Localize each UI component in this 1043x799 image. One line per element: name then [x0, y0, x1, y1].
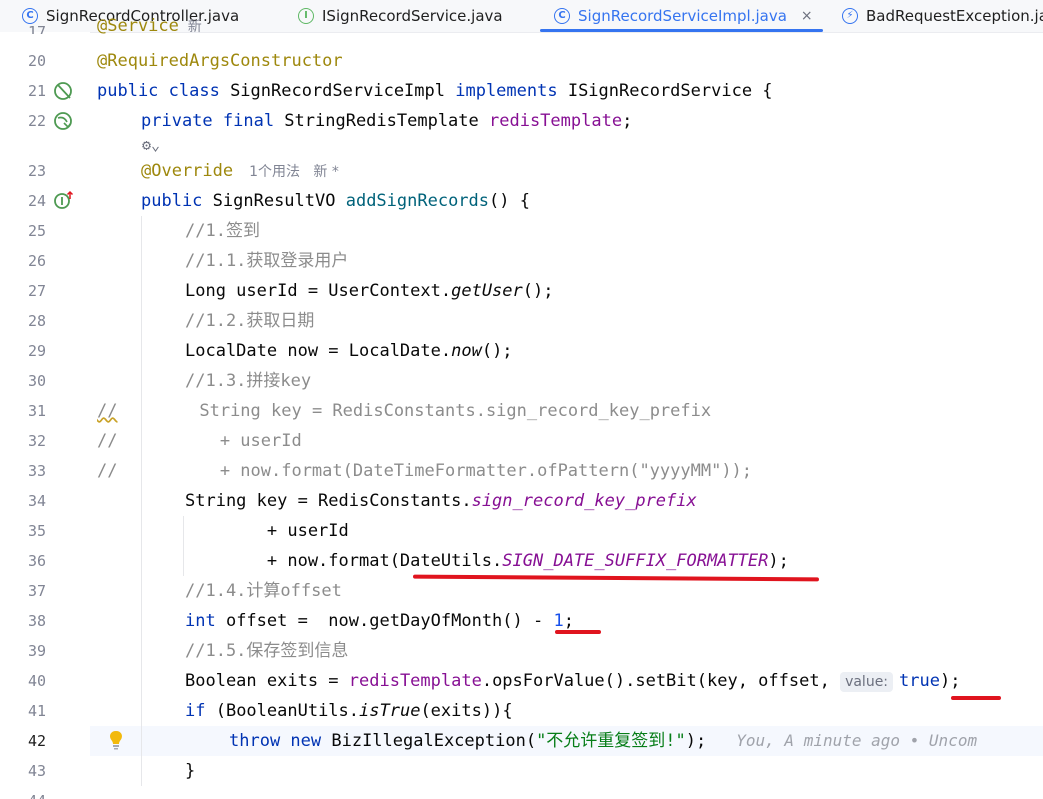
lightbulb-icon[interactable]: [105, 729, 127, 751]
code-line-41[interactable]: if (BooleanUtils.isTrue(exits)){: [185, 696, 513, 726]
code-line-43[interactable]: }: [185, 756, 195, 786]
class-icon: C: [554, 8, 570, 24]
code-line-28[interactable]: //1.2.获取日期: [185, 306, 314, 336]
line-number: 41: [27, 702, 46, 720]
line-number: 20: [27, 52, 46, 70]
code-line-24[interactable]: public SignResultVO addSignRecords() {: [141, 186, 530, 216]
line-number: 35: [27, 522, 46, 540]
line-number: 37: [27, 582, 46, 600]
line-number: 24: [27, 192, 46, 210]
code-line-21[interactable]: public class SignRecordServiceImpl imple…: [97, 76, 773, 106]
line-number: 27: [27, 282, 46, 300]
code-line-31[interactable]: // String key = RedisConstants.sign_reco…: [97, 396, 711, 426]
code-line-35[interactable]: + userId: [185, 516, 349, 546]
code-line-39[interactable]: //1.5.保存签到信息: [185, 636, 348, 666]
git-blame-hint: You, A minute ago • Uncom: [736, 731, 978, 750]
chevron-down-icon: ⌄: [151, 136, 161, 154]
ai-icon: ⚙: [142, 136, 152, 154]
tab-label: ISignRecordService.java: [322, 7, 503, 25]
bean-icon[interactable]: [53, 80, 75, 102]
code-line-32[interactable]: // + userId: [97, 426, 302, 456]
line-number: 33: [27, 462, 46, 480]
code-line-20[interactable]: @RequiredArgsConstructor: [97, 46, 343, 76]
interface-icon: I: [298, 8, 314, 24]
code-line-33[interactable]: // + now.format(DateTimeFormatter.ofPatt…: [97, 456, 752, 486]
line-number: 28: [27, 312, 46, 330]
code-line-40[interactable]: Boolean exits = redisTemplate.opsForValu…: [185, 666, 960, 696]
code-line-42[interactable]: throw new BizIllegalException("不允许重复签到!"…: [229, 726, 977, 756]
code-line-19[interactable]: @Service 新: [97, 14, 202, 38]
code-line-38[interactable]: int offset = now.getDayOfMonth() - 1;: [185, 606, 574, 636]
parameter-hint: value:: [840, 672, 894, 692]
code-line-37[interactable]: //1.4.计算offset: [185, 576, 342, 606]
line-number: 25: [27, 222, 46, 240]
line-number: 23: [27, 162, 46, 180]
line-number-current: 42: [27, 732, 46, 750]
line-number: 29: [27, 342, 46, 360]
line-number: 30: [27, 372, 46, 390]
indent-guide: [141, 216, 142, 786]
code-line-25[interactable]: //1.签到: [185, 216, 260, 246]
implements-method-icon[interactable]: [53, 189, 75, 211]
line-number: 22: [27, 112, 46, 130]
ai-assistant-hint[interactable]: ⚙⌄: [142, 132, 160, 158]
line-number: 26: [27, 252, 46, 270]
indent-guide: [183, 516, 184, 576]
line-number: 44: [0, 788, 46, 799]
code-line-22[interactable]: private final StringRedisTemplate redisT…: [141, 106, 632, 136]
line-number: 17: [27, 23, 46, 34]
code-line-26[interactable]: //1.1.获取登录用户: [185, 246, 348, 276]
line-number: 39: [27, 642, 46, 660]
code-line-36[interactable]: + now.format(DateUtils.SIGN_DATE_SUFFIX_…: [185, 546, 789, 576]
close-icon[interactable]: ×: [801, 8, 813, 24]
autowired-bean-icon[interactable]: [53, 110, 75, 132]
exception-icon: ⚡: [842, 8, 858, 24]
tab-sign-record-service-impl[interactable]: C SignRecordServiceImpl.java ×: [540, 0, 823, 32]
line-number: 32: [27, 432, 46, 450]
tab-label: BadRequestException.ja: [866, 7, 1043, 25]
line-number: 36: [27, 552, 46, 570]
line-number: 38: [27, 612, 46, 630]
red-underline-annotation: [555, 630, 601, 634]
tab-isign-record-service[interactable]: I ISignRecordService.java: [298, 0, 503, 32]
line-number: 34: [27, 492, 46, 510]
code-line-30[interactable]: //1.3.拼接key: [185, 366, 311, 396]
code-line-34[interactable]: String key = RedisConstants.sign_record_…: [185, 486, 697, 516]
line-number: 21: [27, 82, 46, 100]
tab-label: SignRecordServiceImpl.java: [578, 7, 787, 25]
code-line-23[interactable]: @Override 1个用法 新 *: [141, 156, 339, 186]
red-underline-annotation: [951, 696, 1001, 700]
line-number: 31: [27, 402, 46, 420]
line-number: 40: [27, 672, 46, 690]
code-line-29[interactable]: LocalDate now = LocalDate.now();: [185, 336, 513, 366]
usages-hint[interactable]: 1个用法 新 *: [249, 164, 339, 180]
line-number: 43: [27, 762, 46, 780]
code-line-27[interactable]: Long userId = UserContext.getUser();: [185, 276, 553, 306]
tab-bad-request-exception[interactable]: ⚡ BadRequestException.ja: [842, 0, 1043, 32]
